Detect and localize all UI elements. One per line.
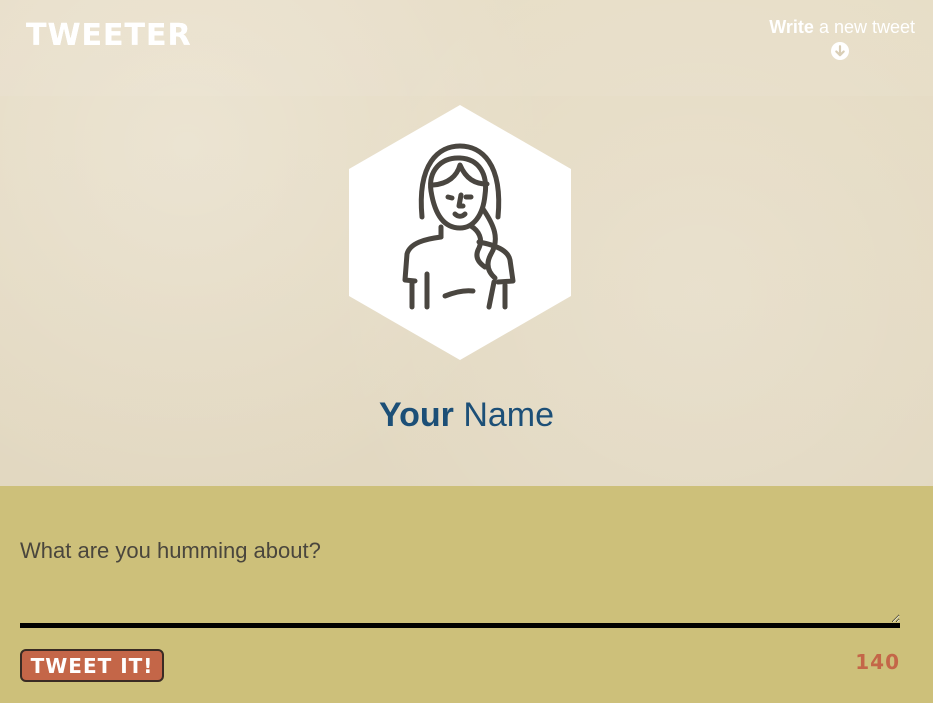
profile-last-name: Name — [453, 396, 555, 434]
tweet-button[interactable]: TWEET IT! — [20, 649, 164, 682]
tweet-input[interactable] — [20, 531, 900, 628]
avatar — [349, 105, 571, 360]
write-link-bold-text: Write — [769, 17, 814, 37]
write-link-text: a new tweet — [813, 17, 915, 37]
write-new-tweet-link[interactable]: Write a new tweet — [745, 16, 915, 38]
arrow-down-circle-icon[interactable] — [830, 41, 850, 61]
user-avatar-icon — [349, 105, 571, 360]
profile-first-name: Your — [378, 396, 454, 434]
profile-name: Your Name — [0, 392, 933, 438]
character-counter: 140 — [855, 650, 900, 674]
app-logo[interactable]: TWEETER — [26, 16, 192, 56]
